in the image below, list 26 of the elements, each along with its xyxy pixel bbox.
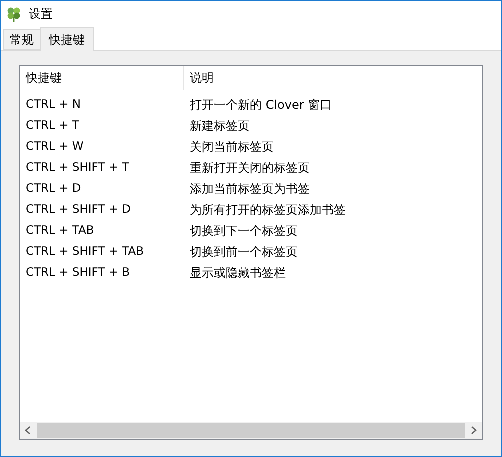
table-cell-text: 切换到下一个标签页 xyxy=(189,222,299,240)
table-cell-text: 显示或隐藏书签栏 xyxy=(189,264,287,282)
column-header[interactable]: 快捷键 xyxy=(20,66,184,90)
table-cell-text: 新建标签页 xyxy=(189,118,251,134)
table-cell-text: CTRL + SHIFT + D xyxy=(25,200,132,218)
table-cell-text: CTRL + N xyxy=(25,96,82,113)
tab[interactable]: 快捷键 xyxy=(40,27,94,51)
table-cell-text: 重新打开关闭的标签页 xyxy=(189,160,311,176)
column-header[interactable]: 说明 xyxy=(184,66,482,90)
scrollbar-thumb[interactable] xyxy=(37,423,465,438)
horizontal-scrollbar[interactable] xyxy=(20,422,482,439)
table-cell-text: 关闭当前标签页 xyxy=(189,138,275,156)
tab[interactable]: 常规 xyxy=(3,29,40,50)
table-cell-text: CTRL + SHIFT + TAB xyxy=(25,242,146,260)
table-cell-text: CTRL + SHIFT + B xyxy=(25,264,132,281)
window-title: 设置 xyxy=(29,6,53,23)
table-cell-text: 切换到前一个标签页 xyxy=(189,244,299,260)
table-cell-text: CTRL + TAB xyxy=(25,222,96,239)
clover-icon xyxy=(6,6,22,22)
table-cell-text: 打开一个新的 Clover 窗口 xyxy=(189,96,334,114)
table-cell-text: 为所有打开的标签页添加书签 xyxy=(189,202,347,218)
table-cell-text: CTRL + SHIFT + T xyxy=(25,158,130,176)
table-cell-text: 添加当前标签页为书签 xyxy=(189,180,311,198)
table-cell-text: CTRL + T xyxy=(25,116,80,134)
table-cell-text: CTRL + W xyxy=(25,138,85,155)
table-cell-text: CTRL + D xyxy=(25,180,82,197)
